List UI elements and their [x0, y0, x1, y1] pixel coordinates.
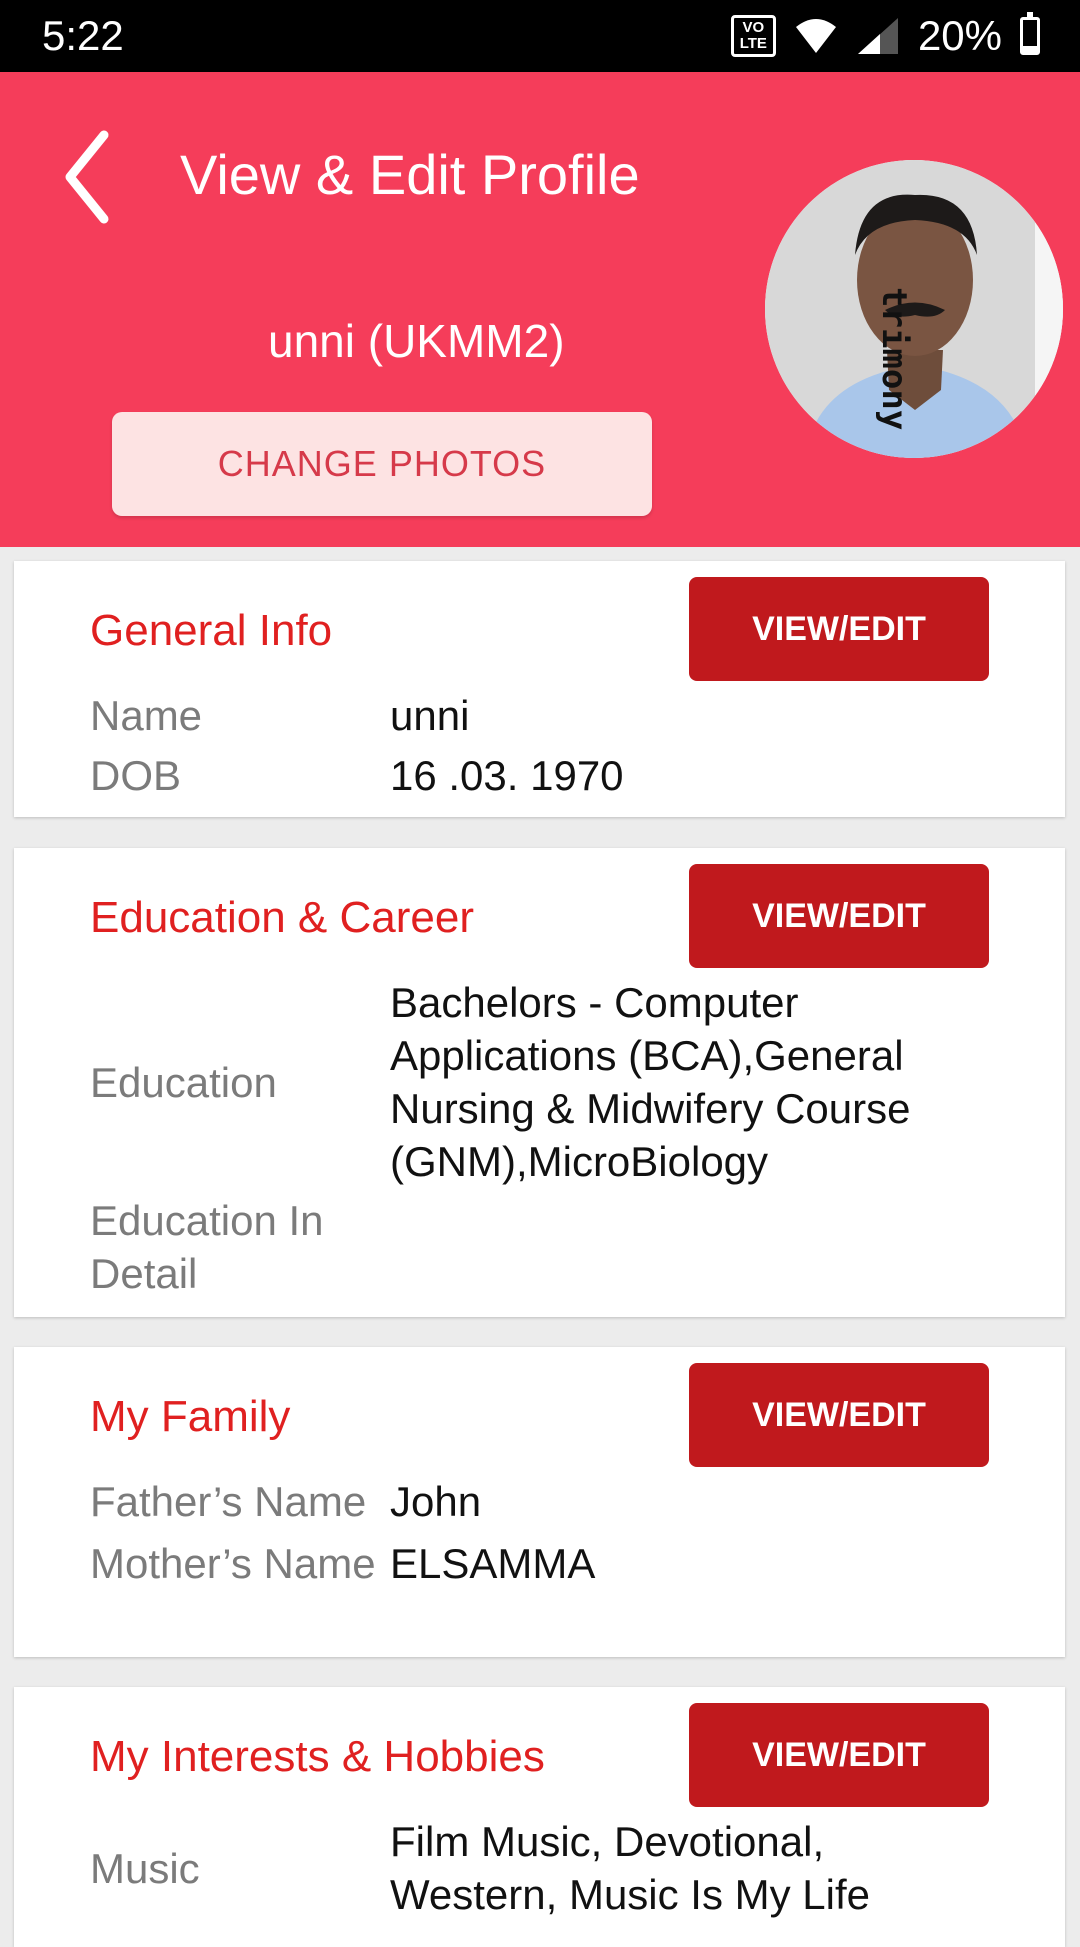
- interests-hobbies-card: My Interests & Hobbies VIEW/EDIT Music F…: [14, 1687, 1065, 1947]
- row-value: 16 .03. 1970: [390, 752, 624, 799]
- interests-hobbies-edit-button[interactable]: VIEW/EDIT: [689, 1703, 989, 1807]
- info-row-education-detail: Education In Detail: [90, 1194, 990, 1300]
- info-row-dob: DOB 16 .03. 1970: [90, 749, 990, 802]
- row-label: Education In Detail: [90, 1197, 324, 1297]
- education-career-card: Education & Career VIEW/EDIT Education B…: [14, 848, 1065, 1317]
- row-value: Bachelors - Computer Applications (BCA),…: [390, 979, 911, 1185]
- info-row-father: Father’s Name John: [90, 1475, 990, 1528]
- change-photos-button[interactable]: CHANGE PHOTOS: [112, 412, 652, 516]
- card-title-interests-hobbies: My Interests & Hobbies: [90, 1732, 545, 1781]
- avatar-photo: trimony: [765, 160, 1063, 458]
- card-title-my-family: My Family: [90, 1392, 291, 1441]
- avatar[interactable]: trimony: [765, 160, 1063, 458]
- battery-icon: [1020, 12, 1040, 55]
- signal-icon: [857, 18, 898, 54]
- card-title-education-career: Education & Career: [90, 893, 474, 942]
- row-label: Name: [90, 692, 203, 739]
- battery-percent: 20%: [917, 12, 1002, 59]
- card-title-general-info: General Info: [90, 606, 333, 655]
- profile-name: unni (UKMM2): [268, 315, 565, 367]
- page-title: View & Edit Profile: [180, 143, 640, 206]
- wifi-icon: [795, 19, 836, 53]
- profile-header: View & Edit Profile unni (UKMM2) CHANGE …: [0, 72, 1080, 547]
- my-family-card: My Family VIEW/EDIT Father’s Name John M…: [14, 1347, 1065, 1657]
- general-info-edit-button[interactable]: VIEW/EDIT: [689, 577, 989, 681]
- info-row-education: Education Bachelors - Computer Applicati…: [90, 976, 990, 1188]
- status-bar: 5:22 VO LTE 20%: [0, 0, 1080, 72]
- row-value: [390, 1194, 990, 1300]
- row-value: unni: [390, 692, 470, 739]
- info-row-mother: Mother’s Name ELSAMMA: [90, 1537, 990, 1590]
- info-row-music: Music Film Music, Devotional, Western, M…: [90, 1815, 990, 1921]
- row-value: ELSAMMA: [390, 1540, 596, 1587]
- status-time: 5:22: [42, 12, 124, 59]
- volte-icon: VO LTE: [730, 15, 776, 57]
- row-value: John: [390, 1478, 482, 1525]
- education-career-edit-button[interactable]: VIEW/EDIT: [689, 864, 989, 968]
- row-label: DOB: [90, 752, 182, 799]
- back-arrow-icon[interactable]: [60, 127, 120, 227]
- info-row-name: Name unni: [90, 689, 990, 742]
- row-label: Education: [90, 1058, 277, 1106]
- row-label: Mother’s Name: [90, 1540, 376, 1587]
- row-label: Father’s Name: [90, 1478, 367, 1525]
- row-label: Music: [90, 1844, 200, 1892]
- avatar-watermark: trimony: [874, 287, 914, 430]
- general-info-card: General Info VIEW/EDIT Name unni DOB 16 …: [14, 561, 1065, 817]
- row-value: Film Music, Devotional, Western, Music I…: [390, 1818, 871, 1918]
- status-icons: VO LTE 20%: [730, 12, 1040, 60]
- my-family-edit-button[interactable]: VIEW/EDIT: [689, 1363, 989, 1467]
